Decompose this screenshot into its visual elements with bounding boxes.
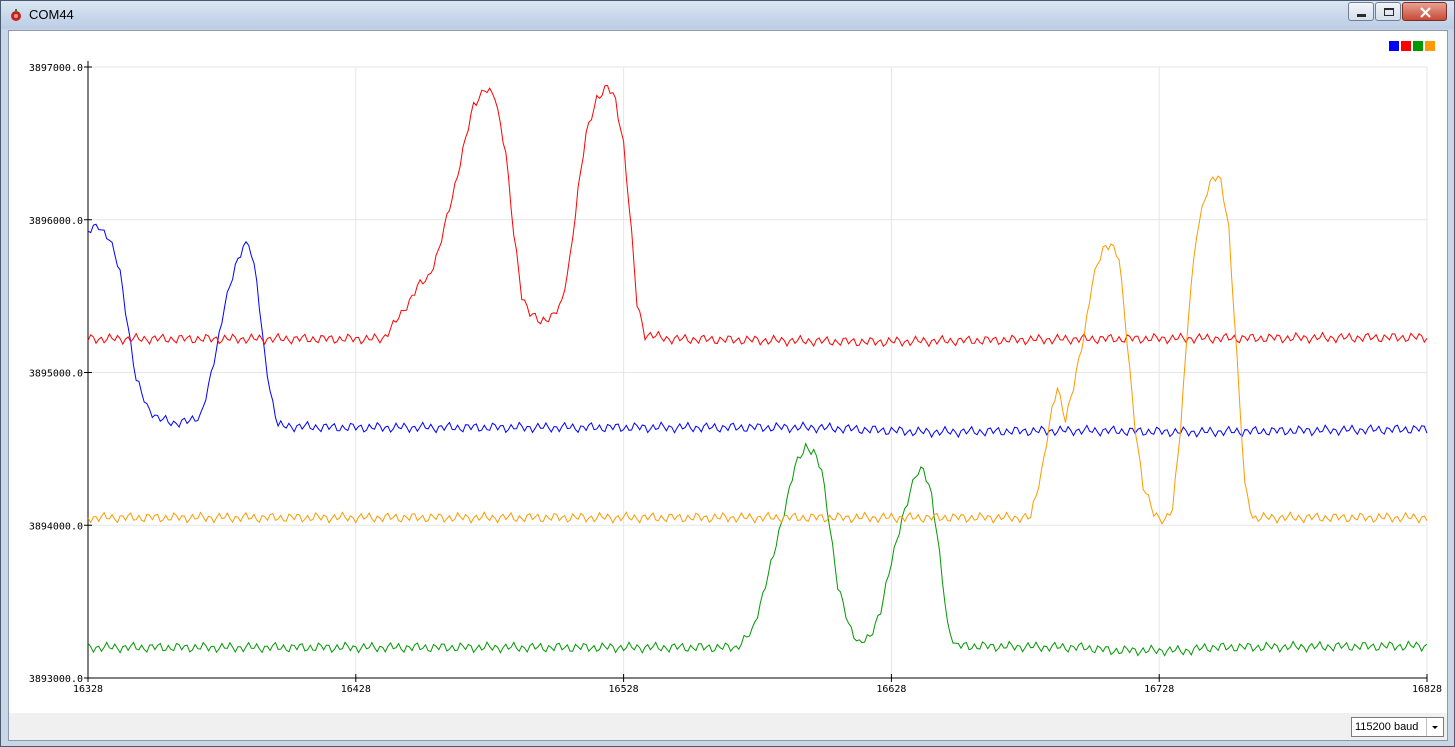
- plotter-panel: 3893000.0 3894000.0 3895000.0 3896000.0 3897…: [8, 30, 1448, 741]
- maximize-button[interactable]: [1375, 2, 1401, 21]
- dropdown-arrow-button[interactable]: [1426, 718, 1443, 736]
- close-icon: [1420, 7, 1431, 18]
- maximize-icon: [1384, 8, 1394, 16]
- x-tick-label: 16428: [341, 684, 371, 695]
- x-tick-label: 16628: [876, 684, 906, 695]
- window-title: COM44: [29, 7, 74, 22]
- serial-plotter-window: COM44 3893000.0 3894000.0 3895000.0 3896000…: [0, 0, 1455, 747]
- legend-swatch-1: [1389, 41, 1399, 51]
- legend-swatch-2: [1401, 41, 1411, 51]
- title-bar[interactable]: COM44: [1, 1, 1454, 29]
- series-line-3: [87, 442, 1428, 657]
- x-tick-label: 16528: [609, 684, 639, 695]
- x-tick-label: 16828: [1412, 684, 1442, 695]
- baud-rate-value: 115200 baud: [1355, 721, 1419, 733]
- y-tick-label: 3897000.0: [29, 63, 83, 74]
- close-button[interactable]: [1402, 2, 1447, 21]
- y-tick-label: 3896000.0: [29, 216, 83, 227]
- y-tick-label: 3895000.0: [29, 369, 83, 380]
- minimize-button[interactable]: [1348, 2, 1374, 21]
- status-bar: 115200 baud: [9, 713, 1447, 740]
- legend-swatch-3: [1413, 41, 1423, 51]
- series-line-4: [87, 175, 1428, 525]
- series-line-2: [87, 84, 1428, 348]
- y-tick-label: 3894000.0: [29, 521, 83, 532]
- x-tick-label: 16328: [73, 684, 103, 695]
- serial-plot-chart: 3893000.03894000.03895000.03896000.03897…: [29, 41, 1442, 695]
- arduino-icon: [11, 9, 21, 21]
- chevron-down-icon: [1432, 726, 1438, 729]
- legend-swatch-4: [1425, 41, 1435, 51]
- baud-rate-dropdown[interactable]: 115200 baud: [1351, 717, 1444, 737]
- x-tick-label: 16728: [1144, 684, 1174, 695]
- minimize-icon: [1357, 14, 1366, 17]
- series-line-1: [87, 223, 1428, 439]
